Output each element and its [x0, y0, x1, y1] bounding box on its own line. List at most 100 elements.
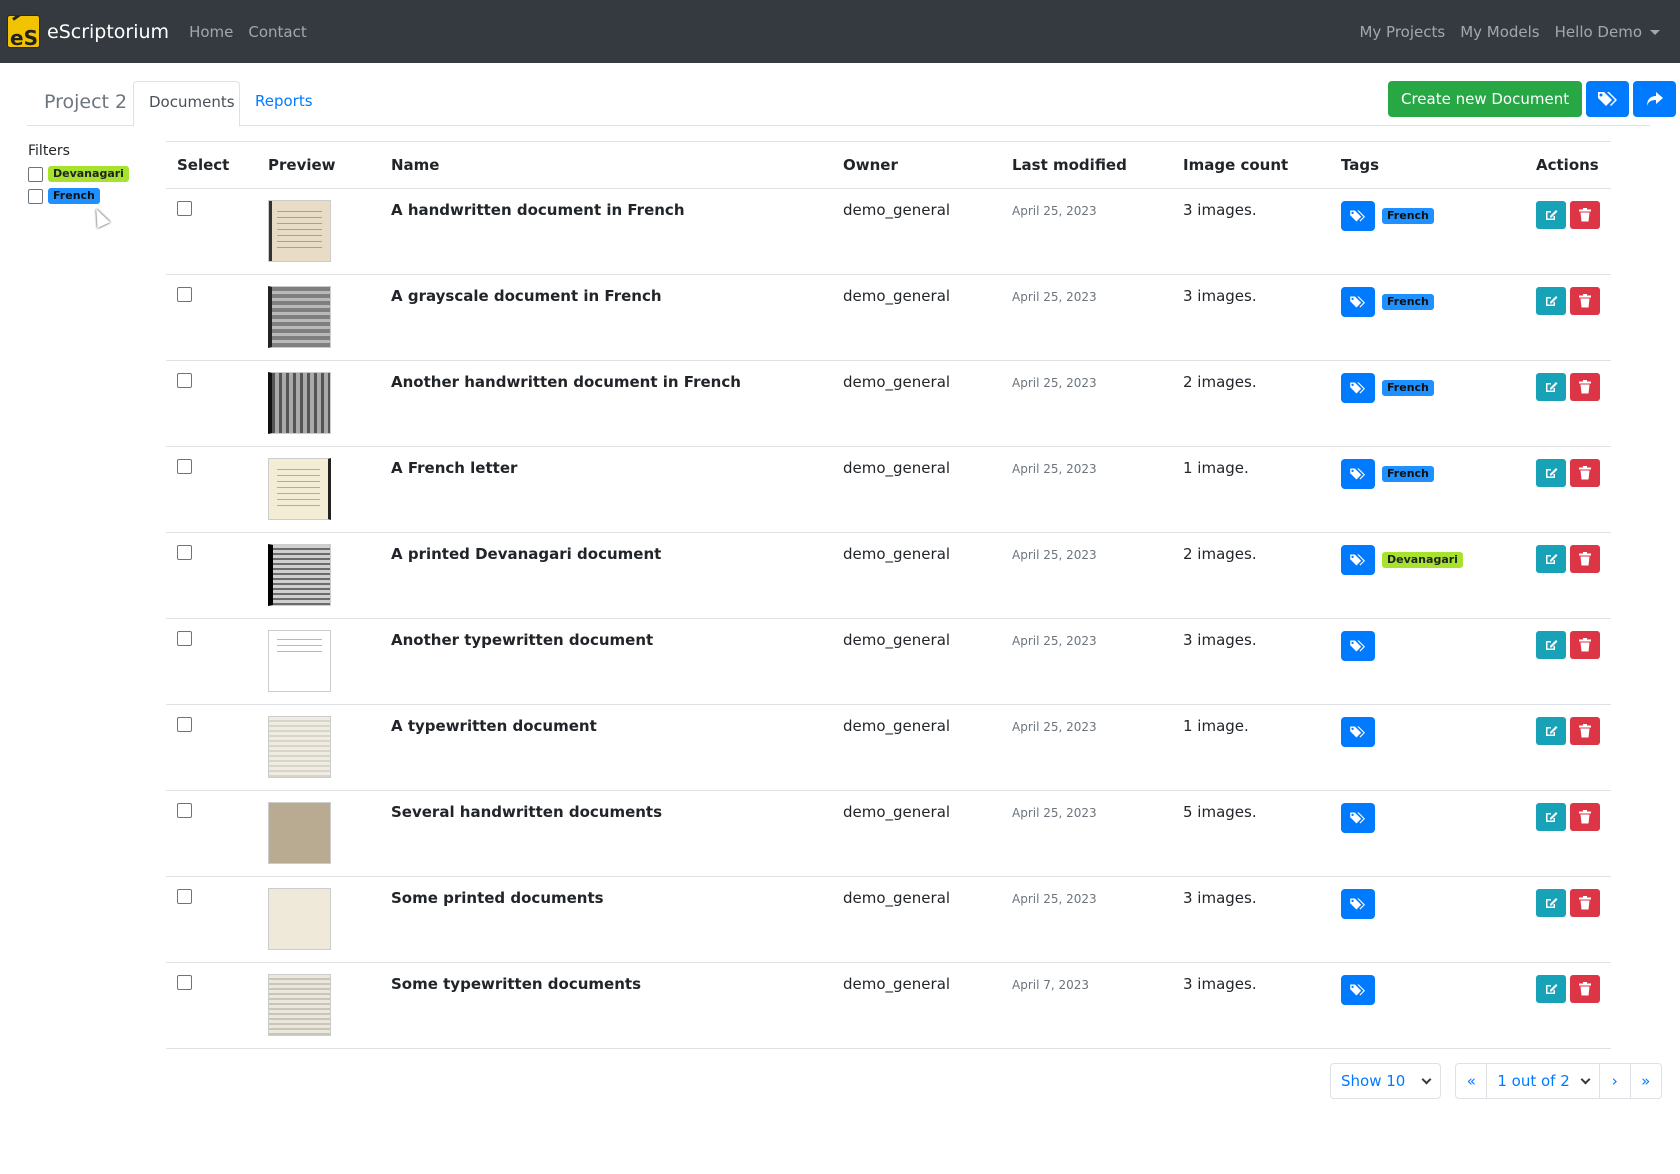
- document-name[interactable]: A handwritten document in French: [380, 188, 832, 275]
- table-row[interactable]: A handwritten document in French demo_ge…: [166, 188, 1611, 275]
- page-size-select[interactable]: Show 10: [1330, 1063, 1442, 1099]
- page-select[interactable]: 1 out of 2: [1486, 1063, 1600, 1099]
- edit-document-button[interactable]: [1536, 717, 1566, 745]
- filter-checkbox[interactable]: [28, 166, 43, 182]
- filter-devanagari[interactable]: Devanagari: [28, 163, 148, 185]
- table-row[interactable]: A French letter demo_general April 25, 2…: [166, 446, 1611, 533]
- edit-tags-button[interactable]: [1341, 631, 1375, 661]
- edit-document-button[interactable]: [1536, 975, 1566, 1003]
- brand[interactable]: eS eScriptorium: [7, 15, 169, 48]
- table-row[interactable]: A printed Devanagari document demo_gener…: [166, 532, 1611, 619]
- document-name[interactable]: A grayscale document in French: [380, 274, 832, 361]
- edit-tags-button[interactable]: [1341, 975, 1375, 1005]
- document-preview[interactable]: [268, 630, 331, 692]
- document-name[interactable]: Several handwritten documents: [380, 790, 832, 877]
- edit-tags-button[interactable]: [1341, 889, 1375, 919]
- row-select-checkbox[interactable]: [177, 201, 192, 216]
- next-page-button[interactable]: ›: [1598, 1063, 1631, 1099]
- row-select-checkbox[interactable]: [177, 631, 192, 646]
- row-select-checkbox[interactable]: [177, 287, 192, 302]
- edit-icon: [1544, 896, 1558, 910]
- user-menu[interactable]: Hello Demo: [1555, 23, 1660, 41]
- tab-reports[interactable]: Reports: [240, 81, 328, 126]
- edit-document-button[interactable]: [1536, 631, 1566, 659]
- first-page-button[interactable]: «: [1455, 1063, 1488, 1099]
- edit-tags-button[interactable]: [1341, 803, 1375, 833]
- nav-home[interactable]: Home: [189, 23, 233, 41]
- delete-document-button[interactable]: [1570, 459, 1600, 487]
- tags-button[interactable]: [1586, 81, 1630, 117]
- document-name[interactable]: Another typewritten document: [380, 618, 832, 705]
- delete-document-button[interactable]: [1570, 631, 1600, 659]
- edit-document-button[interactable]: [1536, 459, 1566, 487]
- row-select-checkbox[interactable]: [177, 373, 192, 388]
- edit-document-button[interactable]: [1536, 287, 1566, 315]
- edit-document-button[interactable]: [1536, 889, 1566, 917]
- document-name[interactable]: A typewritten document: [380, 704, 832, 791]
- delete-document-button[interactable]: [1570, 803, 1600, 831]
- table-row[interactable]: Some printed documents demo_general Apri…: [166, 876, 1611, 963]
- filter-checkbox[interactable]: [28, 188, 43, 204]
- create-document-button[interactable]: Create new Document: [1388, 81, 1583, 117]
- delete-document-button[interactable]: [1570, 975, 1600, 1003]
- edit-tags-button[interactable]: [1341, 545, 1375, 575]
- document-name[interactable]: Another handwritten document in French: [380, 360, 832, 447]
- delete-document-button[interactable]: [1570, 201, 1600, 229]
- delete-document-button[interactable]: [1570, 717, 1600, 745]
- edit-icon: [1544, 380, 1558, 394]
- row-select-checkbox[interactable]: [177, 717, 192, 732]
- escriptorium-logo: eS: [7, 15, 40, 48]
- document-modified: April 25, 2023: [1012, 892, 1097, 906]
- document-preview[interactable]: [268, 458, 331, 520]
- nav-contact[interactable]: Contact: [248, 23, 306, 41]
- edit-tags-button[interactable]: [1341, 373, 1375, 403]
- col-owner: Owner: [832, 141, 1001, 189]
- document-preview[interactable]: [268, 888, 331, 950]
- edit-document-button[interactable]: [1536, 373, 1566, 401]
- table-row[interactable]: Another handwritten document in French d…: [166, 360, 1611, 447]
- delete-document-button[interactable]: [1570, 889, 1600, 917]
- document-preview[interactable]: [268, 200, 331, 262]
- brand-name[interactable]: eScriptorium: [47, 21, 169, 43]
- last-page-button[interactable]: »: [1629, 1063, 1662, 1099]
- table-row[interactable]: Several handwritten documents demo_gener…: [166, 790, 1611, 877]
- documents-table-wrap: Select Preview Name Owner Last modified …: [166, 141, 1611, 1049]
- document-name[interactable]: A French letter: [380, 446, 832, 533]
- nav-my-projects[interactable]: My Projects: [1359, 23, 1445, 41]
- edit-tags-button[interactable]: [1341, 201, 1375, 231]
- edit-document-button[interactable]: [1536, 201, 1566, 229]
- row-select-checkbox[interactable]: [177, 545, 192, 560]
- delete-document-button[interactable]: [1570, 545, 1600, 573]
- delete-document-button[interactable]: [1570, 373, 1600, 401]
- table-row[interactable]: Some typewritten documents demo_general …: [166, 962, 1611, 1049]
- tab-documents[interactable]: Documents: [133, 81, 240, 127]
- table-row[interactable]: A grayscale document in French demo_gene…: [166, 274, 1611, 361]
- row-select-checkbox[interactable]: [177, 459, 192, 474]
- document-name[interactable]: Some typewritten documents: [380, 962, 832, 1049]
- row-select-checkbox[interactable]: [177, 889, 192, 904]
- share-button[interactable]: [1633, 81, 1677, 117]
- edit-document-button[interactable]: [1536, 545, 1566, 573]
- document-tag: French: [1382, 208, 1434, 224]
- edit-tags-button[interactable]: [1341, 287, 1375, 317]
- document-preview[interactable]: [268, 286, 331, 348]
- edit-document-button[interactable]: [1536, 803, 1566, 831]
- tag-icon: [1349, 467, 1367, 481]
- document-preview[interactable]: [268, 802, 331, 864]
- document-name[interactable]: A printed Devanagari document: [380, 532, 832, 619]
- document-preview[interactable]: [268, 544, 331, 606]
- table-row[interactable]: A typewritten document demo_general Apri…: [166, 704, 1611, 791]
- row-select-checkbox[interactable]: [177, 975, 192, 990]
- trash-icon: [1579, 810, 1591, 824]
- table-row[interactable]: Another typewritten document demo_genera…: [166, 618, 1611, 705]
- edit-tags-button[interactable]: [1341, 459, 1375, 489]
- nav-my-models[interactable]: My Models: [1460, 23, 1539, 41]
- document-name[interactable]: Some printed documents: [380, 876, 832, 963]
- delete-document-button[interactable]: [1570, 287, 1600, 315]
- document-preview[interactable]: [268, 372, 331, 434]
- filter-french[interactable]: French: [28, 185, 148, 207]
- document-preview[interactable]: [268, 974, 331, 1036]
- document-preview[interactable]: [268, 716, 331, 778]
- edit-tags-button[interactable]: [1341, 717, 1375, 747]
- row-select-checkbox[interactable]: [177, 803, 192, 818]
